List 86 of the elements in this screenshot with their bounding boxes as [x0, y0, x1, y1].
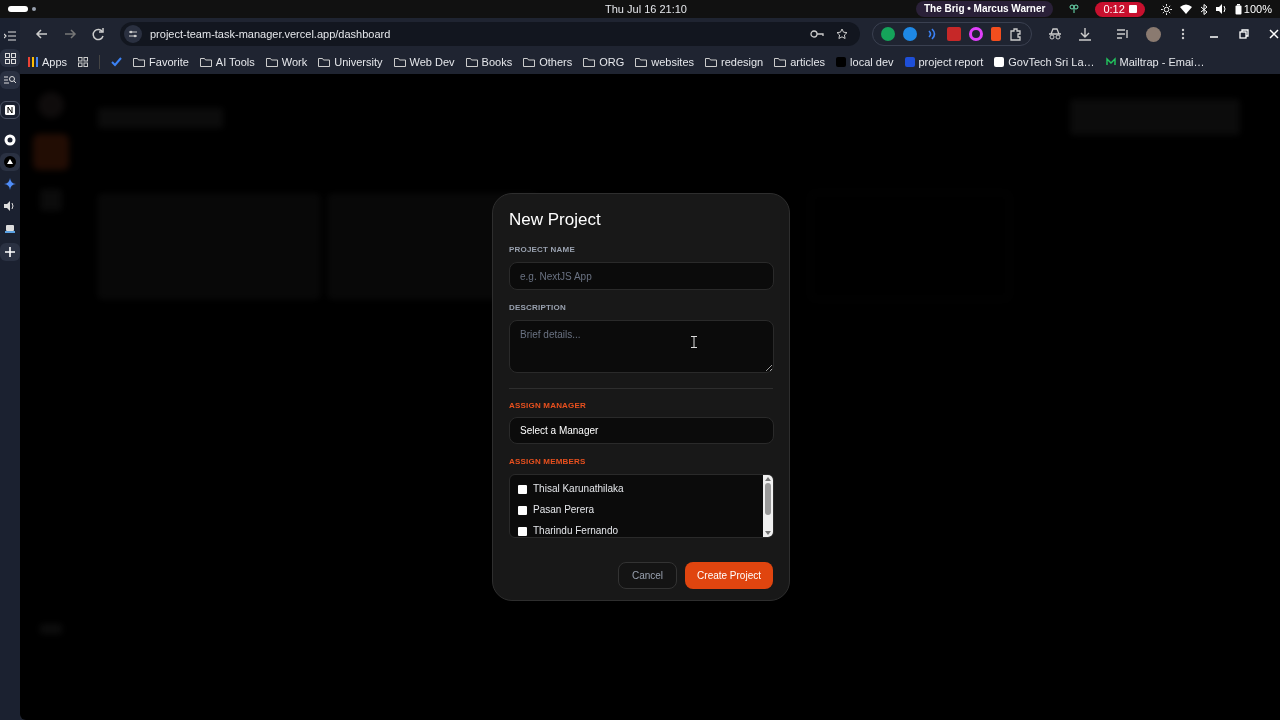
field-label: PROJECT NAME — [509, 244, 576, 256]
site-icon — [836, 57, 847, 67]
cancel-button[interactable]: Cancel — [617, 562, 678, 589]
member-name: Tharindu Fernando — [533, 524, 619, 537]
bookmark[interactable]: AI Tools — [199, 53, 255, 71]
list-search-icon[interactable] — [0, 71, 20, 89]
extension-icon[interactable] — [991, 27, 1001, 41]
folder-icon — [199, 57, 212, 67]
star-icon[interactable] — [836, 28, 848, 40]
scroll-up-icon[interactable] — [765, 477, 771, 481]
media-queue-icon[interactable] — [1116, 27, 1130, 41]
folder-icon — [705, 57, 718, 67]
bookmark[interactable]: local dev — [836, 53, 894, 71]
incognito-icon[interactable] — [1048, 27, 1062, 41]
folder-icon — [635, 57, 648, 67]
profile-avatar[interactable] — [1146, 26, 1161, 42]
dialog-title: New Project — [509, 210, 602, 230]
bookmark[interactable]: Mailtrap - Emai… — [1105, 53, 1205, 71]
more-menu-icon[interactable] — [1181, 28, 1185, 40]
extension-icon[interactable] — [881, 27, 895, 41]
clock[interactable]: Thu Jul 16 21:10 — [605, 0, 687, 18]
wifi-icon[interactable] — [1179, 4, 1192, 14]
member-checkbox[interactable] — [518, 526, 527, 536]
volume-icon[interactable] — [1215, 4, 1227, 14]
folder-icon — [583, 57, 596, 67]
member-checkbox[interactable] — [518, 484, 527, 494]
download-icon[interactable] — [1078, 27, 1092, 41]
triangle-icon[interactable] — [0, 153, 20, 171]
recording-indicator[interactable]: 0:12 — [1095, 1, 1145, 17]
workspace-indicator[interactable] — [8, 6, 28, 12]
brightness-icon[interactable] — [1160, 3, 1172, 15]
folder-icon — [523, 57, 536, 67]
description-input[interactable]: Brief details... — [509, 320, 774, 373]
bookmark[interactable]: redesign — [705, 53, 764, 71]
bookmark[interactable]: Web Dev — [393, 53, 455, 71]
site-icon — [994, 57, 1005, 67]
restore-icon[interactable] — [1239, 29, 1249, 39]
folder-icon — [133, 57, 146, 67]
bookmark[interactable]: Favorite — [133, 53, 189, 71]
apps-grid-icon — [28, 57, 38, 67]
extension-icon[interactable] — [969, 27, 983, 41]
site-settings-icon[interactable] — [124, 25, 142, 43]
bookmark[interactable]: articles — [774, 53, 826, 71]
folder-icon — [393, 57, 406, 67]
bookmark[interactable]: GovTech Sri La… — [994, 53, 1095, 71]
scrollbar[interactable] — [763, 475, 773, 537]
manager-select[interactable]: Select a Manager — [509, 417, 774, 444]
site-icon — [1105, 57, 1116, 67]
folder-icon — [318, 57, 331, 67]
connection-icon[interactable] — [1069, 4, 1080, 14]
folder-icon — [774, 57, 787, 67]
bookmark[interactable]: Books — [465, 53, 513, 71]
add-icon[interactable] — [0, 243, 20, 261]
member-name: Thisal Karunathilaka — [533, 482, 624, 496]
puzzle-icon[interactable] — [1009, 27, 1023, 41]
bookmark[interactable]: Others — [523, 53, 573, 71]
scroll-down-icon[interactable] — [765, 531, 771, 535]
site-icon — [904, 57, 915, 67]
bookmark[interactable]: websites — [635, 53, 695, 71]
bookmark[interactable]: Apps — [28, 53, 68, 71]
grid-icon[interactable] — [0, 49, 20, 67]
bookmark[interactable]: project report — [904, 53, 984, 71]
address-bar[interactable]: project-team-task-manager.vercel.app/dashboard — [120, 22, 860, 46]
battery-indicator[interactable]: 100% — [1234, 0, 1272, 18]
stop-icon — [1128, 5, 1137, 13]
battery-icon — [1234, 3, 1242, 15]
media-indicator[interactable]: The Brig • Marcus Warner — [915, 1, 1054, 17]
text-cursor-icon — [691, 336, 697, 348]
close-icon[interactable] — [1269, 29, 1279, 39]
grid-icon[interactable] — [78, 57, 89, 67]
bookmark[interactable]: Work — [265, 53, 308, 71]
bookmark[interactable]: ORG — [583, 53, 625, 71]
field-label: ASSIGN MANAGER — [509, 400, 588, 412]
create-project-button[interactable]: Create Project — [685, 562, 773, 589]
member-name: Pasan Perera — [533, 503, 595, 517]
field-label: DESCRIPTION — [509, 302, 567, 314]
password-key-icon[interactable] — [810, 29, 824, 39]
field-label: ASSIGN MEMBERS — [509, 456, 587, 468]
project-name-input[interactable]: e.g. NextJS App — [509, 262, 774, 290]
extension-icon[interactable] — [903, 27, 917, 41]
checkmark-icon[interactable] — [111, 57, 123, 67]
bookmark[interactable]: University — [318, 53, 383, 71]
folder-icon — [265, 57, 278, 67]
member-checkbox[interactable] — [518, 505, 527, 515]
bluetooth-icon[interactable] — [1199, 3, 1208, 15]
folder-icon — [465, 57, 478, 67]
